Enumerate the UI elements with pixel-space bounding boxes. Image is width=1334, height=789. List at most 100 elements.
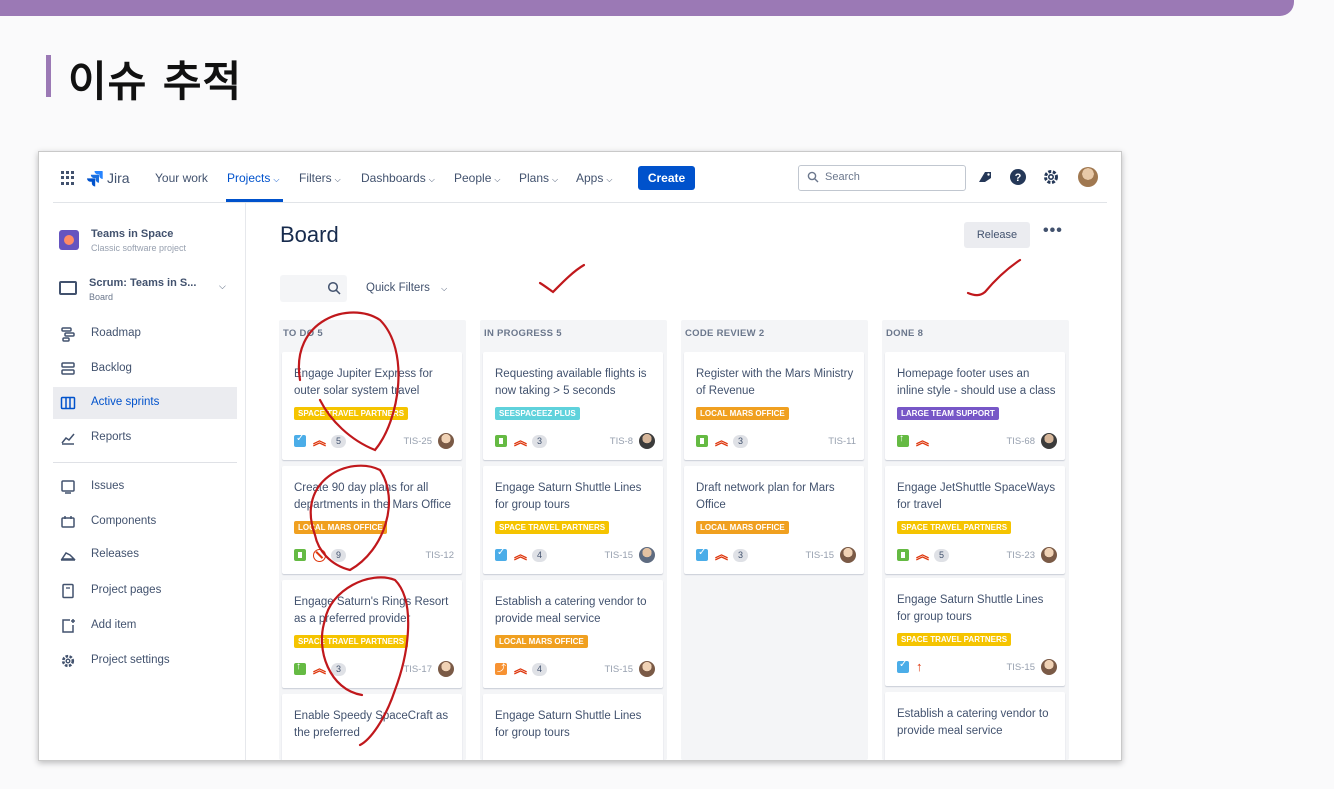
release-button[interactable]: Release <box>964 222 1030 248</box>
jira-brand[interactable]: Jira <box>107 170 130 186</box>
board-selector[interactable]: Scrum: Teams in S... <box>89 277 196 289</box>
more-actions-button[interactable]: ••• <box>1043 222 1063 240</box>
top-nav: Jira Your work Projects ⌵ Filters ⌵ Dashbo… <box>39 152 1121 202</box>
assignee-avatar[interactable] <box>1041 547 1057 563</box>
issue-card[interactable]: Engage Saturn Shuttle Lines for group to… <box>885 578 1065 686</box>
priority-high-icon: ︽ <box>313 433 327 448</box>
issue-key[interactable]: TIS-15 <box>1006 662 1035 673</box>
issue-card[interactable]: Engage Saturn Shuttle Lines for group to… <box>483 694 663 760</box>
slide-title-accent <box>46 55 51 97</box>
issue-card[interactable]: Draft network plan for Mars Office LOCAL … <box>684 466 864 574</box>
issue-key[interactable]: TIS-15 <box>604 550 633 561</box>
board-search-input[interactable] <box>280 275 347 302</box>
issue-key[interactable]: TIS-68 <box>1006 436 1035 447</box>
assignee-avatar[interactable] <box>639 547 655 563</box>
nav-people[interactable]: People ⌵ <box>454 171 500 185</box>
column-header: TO DO 5 <box>283 328 323 339</box>
issue-key[interactable]: TIS-15 <box>805 550 834 561</box>
issue-key[interactable]: TIS-17 <box>403 664 432 675</box>
add-item-icon <box>62 619 75 633</box>
sidebar-item-roadmap[interactable]: Roadmap <box>53 318 237 350</box>
sidebar-item-releases[interactable]: Releases <box>53 539 237 571</box>
issue-key[interactable]: TIS-12 <box>425 550 454 561</box>
nav-your-work[interactable]: Your work <box>155 171 208 185</box>
user-avatar[interactable] <box>1078 167 1098 187</box>
issue-card[interactable]: Homepage footer uses an inline style - s… <box>885 352 1065 460</box>
sidebar-item-reports[interactable]: Reports <box>53 422 237 454</box>
sidebar-item-project-settings[interactable]: Project settings <box>53 645 237 677</box>
assignee-avatar[interactable] <box>438 661 454 677</box>
assignee-avatar[interactable] <box>639 433 655 449</box>
notifications-icon[interactable] <box>976 168 994 186</box>
settings-icon <box>61 654 75 668</box>
issue-card[interactable]: Engage Saturn's Rings Resort as a prefer… <box>282 580 462 688</box>
issue-card[interactable]: Register with the Mars Ministry of Reven… <box>684 352 864 460</box>
sidebar-item-label: Releases <box>91 548 139 560</box>
issue-key[interactable]: TIS-23 <box>1006 550 1035 561</box>
sidebar-item-label: Components <box>91 515 157 527</box>
svg-text:?: ? <box>1015 172 1022 184</box>
search-input[interactable]: Search <box>798 165 966 191</box>
epic-label: SPACE TRAVEL PARTNERS <box>897 633 1012 646</box>
nav-apps[interactable]: Apps ⌵ <box>576 171 612 185</box>
card-footer: ︽ 3 TIS-15 <box>696 547 856 563</box>
sidebar-item-issues[interactable]: Issues <box>53 471 237 503</box>
reports-icon <box>61 433 75 445</box>
column-code-review: CODE REVIEW 2 Register with the Mars Min… <box>681 320 868 760</box>
nav-plans[interactable]: Plans ⌵ <box>519 171 558 185</box>
chevron-down-icon[interactable]: ⌵ <box>219 281 226 292</box>
sidebar-item-components[interactable]: Components <box>53 506 237 538</box>
issue-key[interactable]: TIS-8 <box>610 436 633 447</box>
assignee-avatar[interactable] <box>1041 659 1057 675</box>
settings-gear-icon[interactable] <box>1042 168 1060 186</box>
slide-title: 이슈 추적 <box>68 57 243 106</box>
issue-key[interactable]: TIS-15 <box>604 664 633 675</box>
sidebar-item-active-sprints[interactable]: Active sprints <box>53 387 237 419</box>
quick-filters-dropdown[interactable]: Quick Filters ⌵ <box>366 282 447 294</box>
sidebar-item-add-item[interactable]: Add item <box>53 610 237 642</box>
assignee-avatar[interactable] <box>438 433 454 449</box>
issue-title: Homepage footer uses an inline style - s… <box>897 368 1056 397</box>
issue-card[interactable]: Requesting available flights is now taki… <box>483 352 663 460</box>
story-points-badge: 3 <box>733 435 748 448</box>
project-name[interactable]: Teams in Space <box>91 228 173 240</box>
issue-key[interactable]: TIS-11 <box>828 436 856 447</box>
issue-card[interactable]: Engage JetShuttle SpaceWays for travel SP… <box>885 466 1065 574</box>
issue-card[interactable]: Establish a catering vendor to provide m… <box>483 580 663 688</box>
sidebar-item-backlog[interactable]: Backlog <box>53 353 237 385</box>
card-footer: ︽ 4 TIS-15 <box>495 547 655 563</box>
sidebar-item-label: Issues <box>91 480 125 492</box>
priority-high-icon: ︽ <box>514 433 528 448</box>
jira-logo-icon[interactable] <box>85 168 105 188</box>
issue-card[interactable]: Create 90 day plans for all departments … <box>282 466 462 574</box>
assignee-avatar[interactable] <box>639 661 655 677</box>
issue-title: Engage Saturn Shuttle Lines for group to… <box>897 594 1044 623</box>
issue-card[interactable]: Engage Saturn Shuttle Lines for group to… <box>483 466 663 574</box>
story-points-badge: 3 <box>733 549 748 562</box>
issue-key[interactable]: TIS-25 <box>403 436 432 447</box>
card-footer: ︽ TIS-68 <box>897 433 1057 449</box>
epic-label: LOCAL MARS OFFICE <box>294 521 387 534</box>
nav-filters[interactable]: Filters ⌵ <box>299 171 341 185</box>
help-icon[interactable]: ? <box>1009 168 1027 186</box>
card-footer: ︽ 3 TIS-17 <box>294 661 454 677</box>
priority-high-icon: ︽ <box>715 433 729 448</box>
sidebar-item-label: Project pages <box>91 584 162 596</box>
issue-card[interactable]: Engage Jupiter Express for outer solar s… <box>282 352 462 460</box>
epic-label: SPACE TRAVEL PARTNERS <box>897 521 1012 534</box>
issues-icon <box>61 480 75 494</box>
issue-title: Requesting available flights is now taki… <box>495 368 647 397</box>
assignee-avatar[interactable] <box>1041 433 1057 449</box>
priority-high-icon: ︽ <box>514 547 528 562</box>
issue-card[interactable]: Enable Speedy SpaceCraft as the preferre… <box>282 694 462 760</box>
issue-card[interactable]: Establish a catering vendor to provide m… <box>885 692 1065 760</box>
create-button[interactable]: Create <box>638 166 695 190</box>
backlog-icon <box>61 362 75 375</box>
app-switcher-icon[interactable] <box>61 171 75 185</box>
nav-projects[interactable]: Projects ⌵ <box>227 171 279 185</box>
nav-dashboards[interactable]: Dashboards ⌵ <box>361 171 435 185</box>
sidebar-item-project-pages[interactable]: Project pages <box>53 575 237 607</box>
assignee-avatar[interactable] <box>840 547 856 563</box>
priority-high-icon: ︽ <box>916 547 930 562</box>
task-type-icon <box>495 547 507 561</box>
